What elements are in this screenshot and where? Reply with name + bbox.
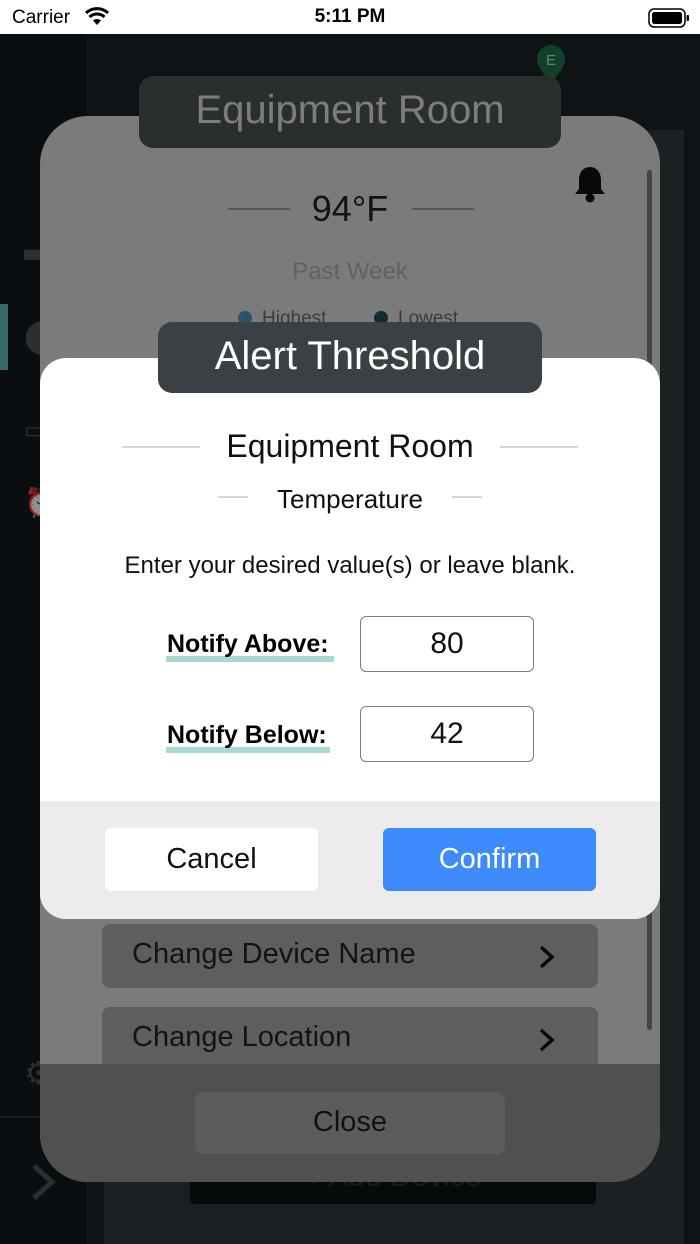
- divider-line: [500, 446, 578, 448]
- confirm-button[interactable]: Confirm: [383, 828, 596, 891]
- notify-above-label: Notify Above:: [167, 630, 329, 658]
- alert-threshold-dialog: Equipment Room Temperature Enter your de…: [40, 358, 660, 919]
- notify-above-input[interactable]: [360, 616, 534, 672]
- clock: 5:11 PM: [314, 6, 386, 27]
- cancel-button[interactable]: Cancel: [105, 828, 318, 891]
- confirm-label: Confirm: [438, 843, 541, 875]
- instructions-text: Enter your desired value(s) or leave bla…: [124, 552, 576, 579]
- cancel-label: Cancel: [166, 843, 257, 875]
- notify-below-input[interactable]: [360, 706, 534, 762]
- dialog-title: Alert Threshold: [214, 334, 486, 378]
- status-bar: Carrier 5:11 PM: [0, 0, 700, 34]
- divider-line: [452, 496, 482, 498]
- dialog-footer: Cancel Confirm: [40, 801, 660, 919]
- battery-icon: [648, 8, 689, 28]
- notify-below-label: Notify Below:: [167, 721, 327, 749]
- metric-label: Temperature: [277, 484, 423, 514]
- dialog-title-pill: Alert Threshold: [158, 322, 542, 393]
